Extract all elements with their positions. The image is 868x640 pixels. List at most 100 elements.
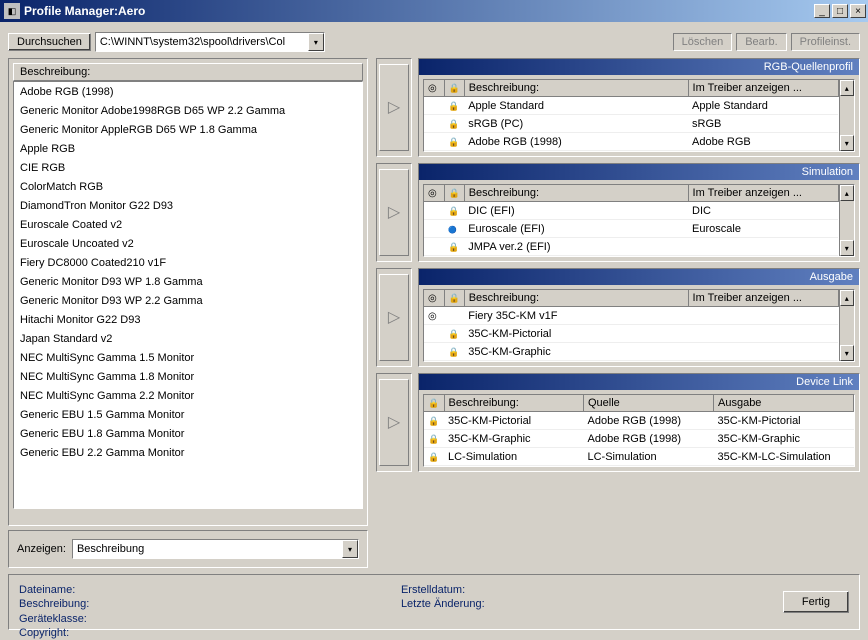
out-title: Ausgabe	[419, 269, 859, 285]
out-col-desc: Beschreibung:	[464, 290, 688, 307]
list-item[interactable]: Generic Monitor Adobe1998RGB D65 WP 2.2 …	[14, 101, 362, 120]
lock-icon	[448, 241, 459, 253]
info-created: Erstelldatum:	[401, 583, 783, 597]
anzeigen-select[interactable]: Beschreibung	[72, 539, 359, 559]
list-item[interactable]: NEC MultiSync Gamma 1.5 Monitor	[14, 348, 362, 367]
devicelink-section: Device Link Beschreibung: Quelle Ausgabe…	[376, 373, 860, 472]
list-item[interactable]: Generic Monitor D93 WP 2.2 Gamma	[14, 291, 362, 310]
table-row[interactable]: LC-SimulationLC-Simulation35C-KM-LC-Simu…	[424, 448, 854, 466]
lock-icon	[448, 118, 459, 130]
list-item[interactable]: NEC MultiSync Gamma 1.8 Monitor	[14, 367, 362, 386]
info-panel: Dateiname: Beschreibung: Geräteklasse: C…	[8, 574, 860, 630]
simulation-section: Simulation Beschreibung: Im Treiber anze…	[376, 163, 860, 262]
dl-title: Device Link	[419, 374, 859, 390]
dl-col-desc: Beschreibung:	[444, 395, 584, 412]
list-item[interactable]: Adobe RGB (1998)	[14, 82, 362, 101]
list-item[interactable]: Generic EBU 1.8 Gamma Monitor	[14, 424, 362, 443]
browse-button[interactable]: Durchsuchen	[8, 33, 91, 51]
table-row[interactable]: Apple StandardApple Standard	[424, 97, 838, 115]
out-col-drv: Im Treiber anzeigen ...	[688, 290, 838, 307]
table-row[interactable]: Euroscale (EFI)Euroscale	[424, 220, 838, 238]
done-button[interactable]: Fertig	[783, 591, 849, 613]
anzeigen-label: Anzeigen:	[17, 543, 66, 555]
info-filename: Dateiname:	[19, 583, 401, 597]
list-item[interactable]: NEC MultiSync Gamma 2.2 Monitor	[14, 386, 362, 405]
output-section: Ausgabe Beschreibung: Im Treiber anzeige…	[376, 268, 860, 367]
lock-icon	[428, 397, 439, 409]
path-dropdown-icon[interactable]	[308, 33, 324, 51]
rgb-title: RGB-Quellenprofil	[419, 59, 859, 75]
list-item[interactable]: Euroscale Coated v2	[14, 215, 362, 234]
target-icon	[428, 310, 437, 322]
list-item[interactable]: Fiery DC8000 Coated210 v1F	[14, 253, 362, 272]
out-scrollbar[interactable]: ▴▾	[839, 290, 854, 361]
table-row[interactable]: JMPA ver.2 (EFI)	[424, 238, 838, 256]
rgb-scrollbar[interactable]: ▴▾	[839, 80, 854, 151]
table-row[interactable]: sRGB (PC)sRGB	[424, 115, 838, 133]
lock-icon	[448, 136, 459, 148]
lock-icon	[448, 328, 459, 340]
rgb-col-drv: Im Treiber anzeigen ...	[688, 80, 838, 97]
close-button[interactable]: ×	[850, 4, 866, 18]
left-list-header: Beschreibung:	[13, 63, 363, 81]
list-item[interactable]: Generic EBU 2.2 Gamma Monitor	[14, 443, 362, 462]
path-combo[interactable]: C:\WINNT\system32\spool\drivers\Col	[95, 32, 325, 52]
dl-assign-button[interactable]	[376, 373, 412, 472]
table-row[interactable]: 35C-KM-PictorialAdobe RGB (1998)35C-KM-P…	[424, 412, 854, 430]
maximize-button[interactable]: □	[832, 4, 848, 18]
app-icon: ◧	[4, 3, 20, 19]
sim-col-desc: Beschreibung:	[464, 185, 688, 202]
out-assign-button[interactable]	[376, 268, 412, 367]
rgb-table[interactable]: Beschreibung: Im Treiber anzeigen ... Ap…	[424, 80, 839, 151]
profile-listbox[interactable]: Adobe RGB (1998)Generic Monitor Adobe199…	[13, 81, 363, 509]
sim-table[interactable]: Beschreibung: Im Treiber anzeigen ... DI…	[424, 185, 839, 256]
window-title: Profile Manager:Aero	[24, 4, 812, 18]
target-icon	[428, 292, 437, 304]
list-item[interactable]: Generic EBU 1.5 Gamma Monitor	[14, 405, 362, 424]
table-row[interactable]: 35C-KM-GraphicAdobe RGB (1998)35C-KM-Gra…	[424, 430, 854, 448]
list-item[interactable]: Generic Monitor D93 WP 1.8 Gamma	[14, 272, 362, 291]
list-item[interactable]: Apple RGB	[14, 139, 362, 158]
dl-col-out: Ausgabe	[714, 395, 854, 412]
lock-icon	[428, 451, 439, 463]
list-item[interactable]: ColorMatch RGB	[14, 177, 362, 196]
sim-scrollbar[interactable]: ▴▾	[839, 185, 854, 256]
table-row[interactable]: DIC (EFI)DIC	[424, 202, 838, 220]
out-table[interactable]: Beschreibung: Im Treiber anzeigen ... Fi…	[424, 290, 839, 361]
table-row[interactable]: 35C-KM-Pictorial	[424, 325, 838, 343]
sim-assign-button[interactable]	[376, 163, 412, 262]
lock-icon	[449, 82, 460, 94]
table-row[interactable]: Adobe RGB (1998)Adobe RGB	[424, 133, 838, 151]
list-item[interactable]: Hitachi Monitor G22 D93	[14, 310, 362, 329]
lock-icon	[448, 100, 459, 112]
info-modified: Letzte Änderung:	[401, 597, 783, 611]
table-row[interactable]: 35C-KM-Graphic	[424, 343, 838, 361]
target-icon	[428, 187, 437, 199]
list-item[interactable]: Euroscale Uncoated v2	[14, 234, 362, 253]
edit-button[interactable]: Bearb.	[736, 33, 786, 51]
path-value: C:\WINNT\system32\spool\drivers\Col	[100, 36, 285, 48]
rgb-assign-button[interactable]	[376, 58, 412, 157]
anzeigen-value: Beschreibung	[77, 543, 144, 555]
anzeigen-dropdown-icon[interactable]	[342, 540, 358, 558]
sim-title: Simulation	[419, 164, 859, 180]
flag-icon	[448, 223, 457, 235]
list-item[interactable]: Japan Standard v2	[14, 329, 362, 348]
title-bar: ◧ Profile Manager:Aero _ □ ×	[0, 0, 868, 22]
lock-icon	[428, 415, 439, 427]
list-item[interactable]: CIE RGB	[14, 158, 362, 177]
list-item[interactable]: Generic Monitor AppleRGB D65 WP 1.8 Gamm…	[14, 120, 362, 139]
lock-icon	[449, 187, 460, 199]
dl-col-src: Quelle	[584, 395, 714, 412]
list-item[interactable]: DiamondTron Monitor G22 D93	[14, 196, 362, 215]
profileinst-button[interactable]: Profileinst.	[791, 33, 860, 51]
lock-icon	[449, 292, 460, 304]
minimize-button[interactable]: _	[814, 4, 830, 18]
info-copyright: Copyright:	[19, 626, 401, 640]
delete-button[interactable]: Löschen	[673, 33, 733, 51]
lock-icon	[448, 346, 459, 358]
table-row[interactable]: Fiery 35C-KM v1F	[424, 307, 838, 325]
dl-table[interactable]: Beschreibung: Quelle Ausgabe 35C-KM-Pict…	[424, 395, 854, 466]
sim-col-drv: Im Treiber anzeigen ...	[688, 185, 838, 202]
info-desc: Beschreibung:	[19, 597, 401, 611]
